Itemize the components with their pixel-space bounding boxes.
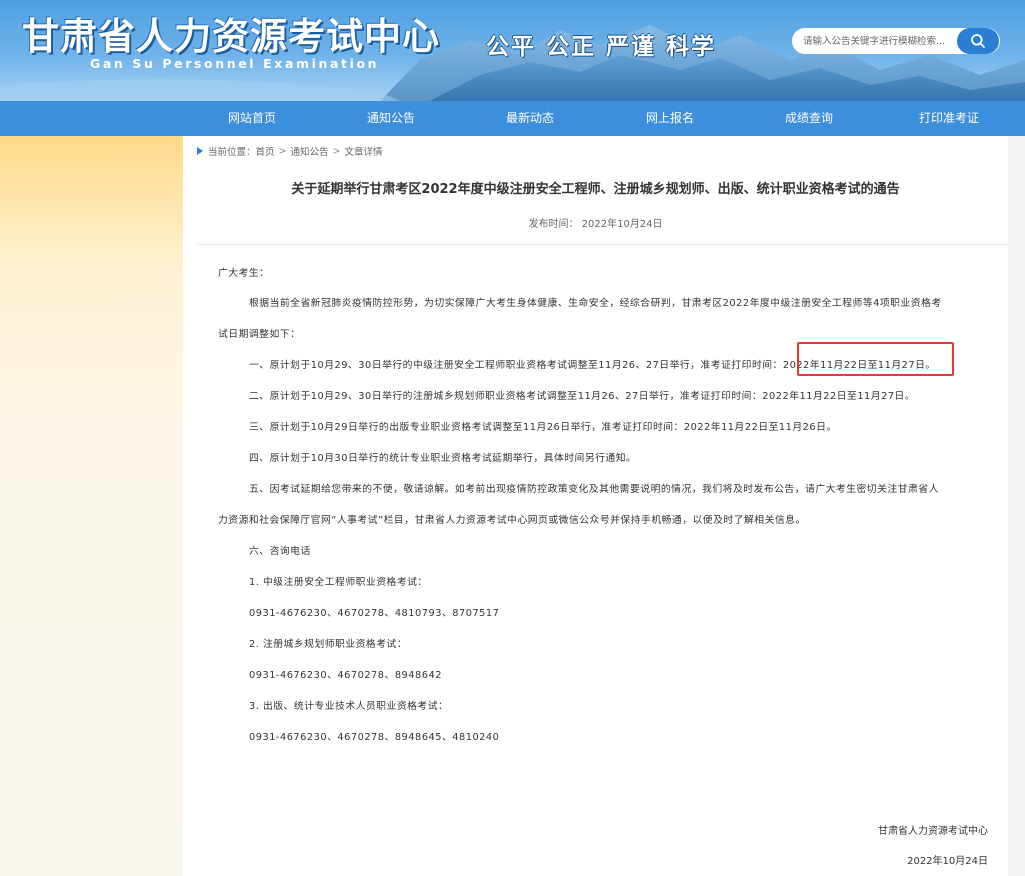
highlight-annotation-box xyxy=(797,342,954,376)
signature: 甘肃省人力资源考试中心 xyxy=(878,826,988,837)
publish-time: 发布时间： 2022年10月24日 xyxy=(528,219,663,230)
item-4: 四、原计划于10月30日举行的统计专业职业资格考试延期举行，具体时间另行通知。 xyxy=(249,453,637,464)
slogan: 公平 公正 严谨 科学 xyxy=(486,33,717,60)
breadcrumb: 当前位置： 首页 > 通知公告 > 文章详情 xyxy=(197,144,383,158)
item-6: 六、咨询电话 xyxy=(249,546,311,557)
breadcrumb-separator: > xyxy=(332,145,341,157)
breadcrumb-arrow-icon xyxy=(197,147,203,155)
item-5-line1: 五、因考试延期给您带来的不便，敬请谅解。如考前出现疫情防控政策变化及其他需要说明… xyxy=(249,484,939,495)
intro-paragraph-line2: 试日期调整如下： xyxy=(218,329,301,340)
header-banner: 甘肃省人力资源考试中心 Gan Su Personnel Examination… xyxy=(0,0,1025,101)
main-nav: 网站首页 通知公告 最新动态 网上报名 成绩查询 打印准考证 xyxy=(0,101,1025,136)
nav-item-registration[interactable]: 网上报名 xyxy=(610,101,730,136)
article-container: 当前位置： 首页 > 通知公告 > 文章详情 关于延期举行甘肃考区2022年度中… xyxy=(183,136,1008,876)
article-title: 关于延期举行甘肃考区2022年度中级注册安全工程师、注册城乡规划师、出版、统计职… xyxy=(291,182,900,197)
search-input[interactable] xyxy=(792,28,952,54)
breadcrumb-notices[interactable]: 通知公告 xyxy=(291,144,329,158)
sign-date: 2022年10月24日 xyxy=(907,856,988,867)
site-title: 甘肃省人力资源考试中心 xyxy=(22,15,440,58)
search-box xyxy=(792,28,1000,54)
title-divider xyxy=(197,244,1008,245)
search-button[interactable] xyxy=(957,28,999,54)
nav-item-admission-ticket[interactable]: 打印准考证 xyxy=(889,101,1009,136)
search-icon xyxy=(971,34,985,48)
nav-item-scores[interactable]: 成绩查询 xyxy=(749,101,869,136)
breadcrumb-current: 文章详情 xyxy=(344,147,383,158)
right-gutter xyxy=(1008,136,1025,876)
site-subtitle: Gan Su Personnel Examination xyxy=(90,56,380,71)
contact-3-phone: 0931-4676230、4670278、8948645、4810240 xyxy=(249,732,500,743)
nav-item-notices[interactable]: 通知公告 xyxy=(331,101,451,136)
greeting: 广大考生： xyxy=(218,268,270,279)
item-2: 二、原计划于10月29、30日举行的注册城乡规划师职业资格考试调整至11月26、… xyxy=(249,391,916,402)
contact-1-phone: 0931-4676230、4670278、4810793、8707517 xyxy=(249,608,500,619)
item-5-line2: 力资源和社会保障厅官网“人事考试”栏目，甘肃省人力资源考试中心网页或微信公众号并… xyxy=(218,515,806,526)
item-3: 三、原计划于10月29日举行的出版专业职业资格考试调整至11月26日举行，准考证… xyxy=(249,422,837,433)
contact-2-phone: 0931-4676230、4670278、8948642 xyxy=(249,670,442,681)
breadcrumb-label: 当前位置： xyxy=(208,147,256,158)
breadcrumb-home[interactable]: 首页 xyxy=(256,144,275,158)
contact-2-label: 2. 注册城乡规划师职业资格考试： xyxy=(249,639,408,650)
nav-item-home[interactable]: 网站首页 xyxy=(192,101,312,136)
contact-3-label: 3. 出版、统计专业技术人员职业资格考试： xyxy=(249,701,449,712)
intro-paragraph-line1: 根据当前全省新冠肺炎疫情防控形势，为切实保障广大考生身体健康、生命安全，经综合研… xyxy=(249,298,942,309)
contact-1-label: 1. 中级注册安全工程师职业资格考试： xyxy=(249,577,428,588)
breadcrumb-separator: > xyxy=(278,145,287,157)
left-decoration xyxy=(0,136,183,876)
nav-item-news[interactable]: 最新动态 xyxy=(470,101,590,136)
